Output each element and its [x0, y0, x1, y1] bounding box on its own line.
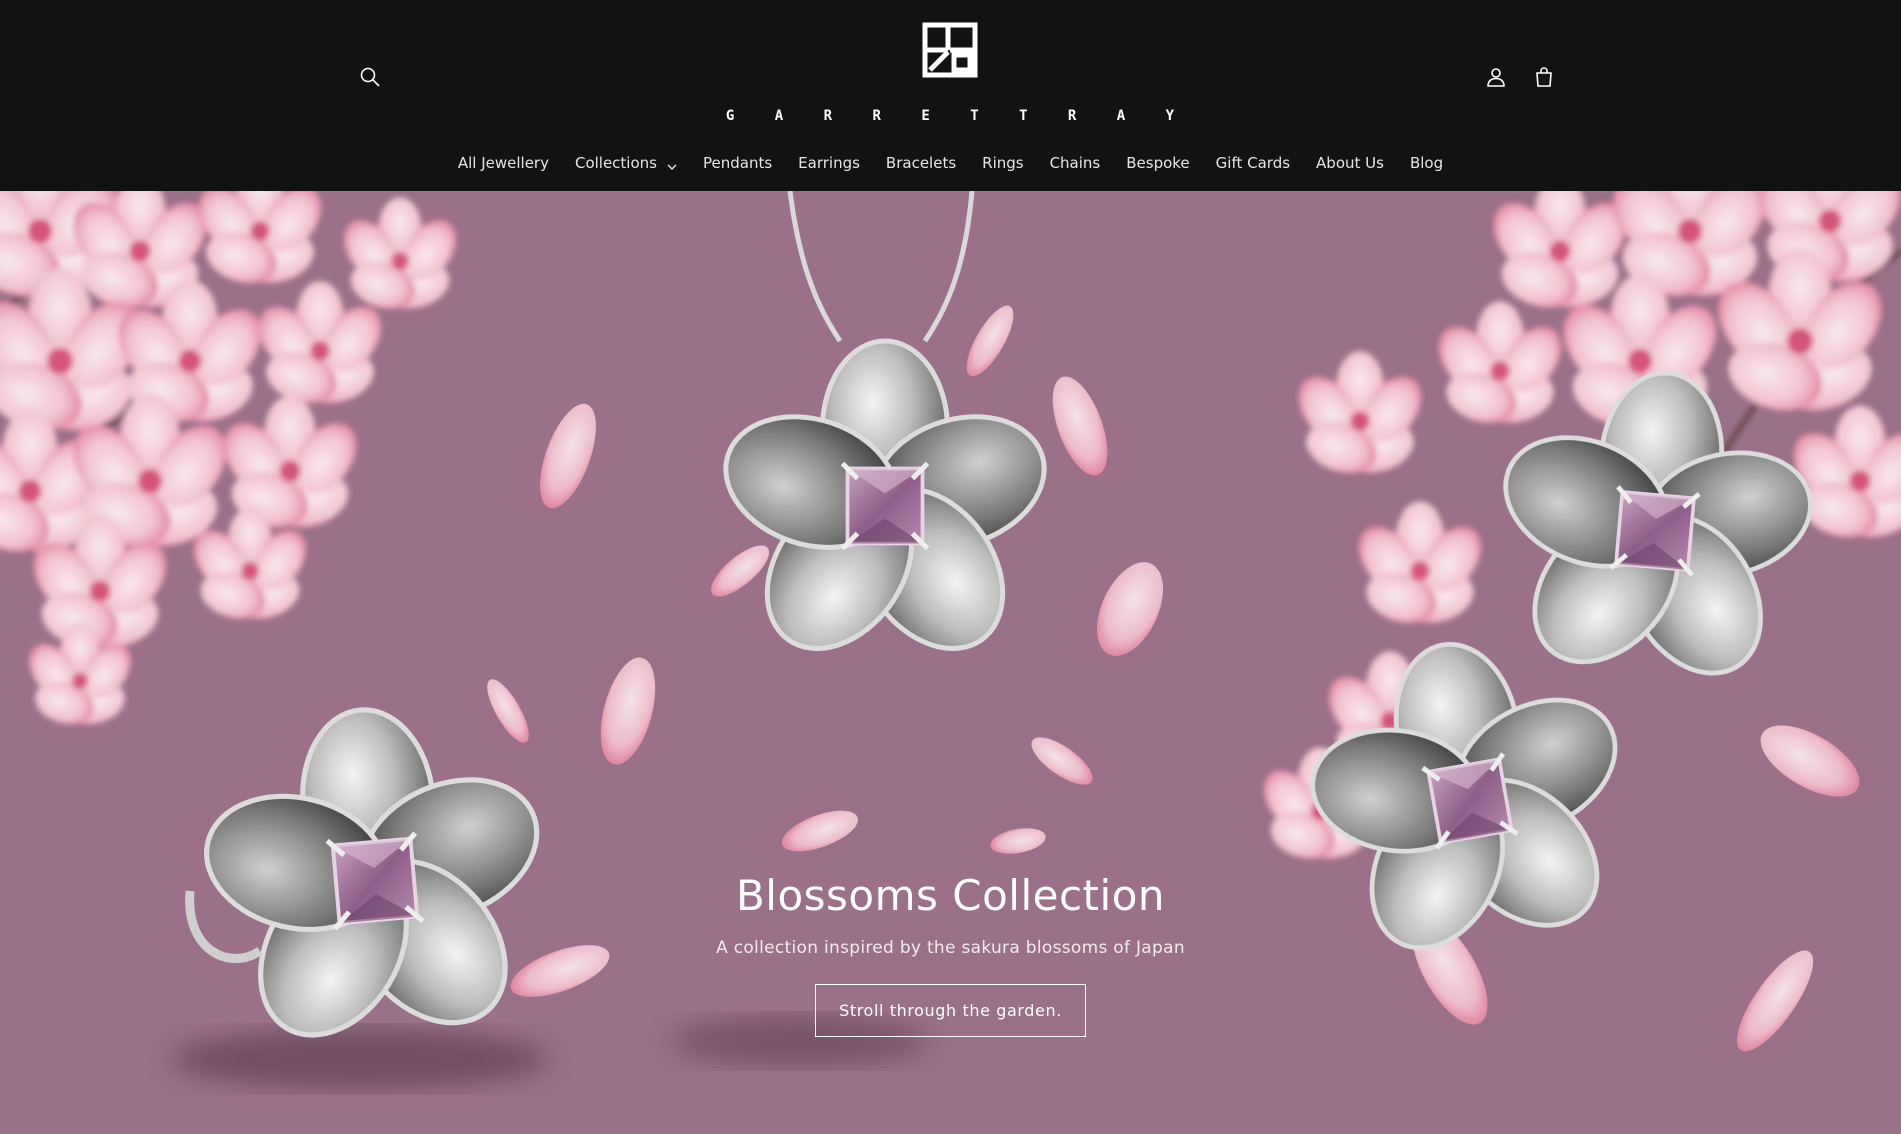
nav-item-all-jewellery[interactable]: All Jewellery — [445, 154, 562, 172]
main-navigation: All Jewellery Collections Pendants Earri… — [0, 154, 1901, 172]
nav-item-gift-cards[interactable]: Gift Cards — [1203, 154, 1303, 172]
nav-item-bespoke[interactable]: Bespoke — [1113, 154, 1202, 172]
chevron-down-icon — [667, 158, 677, 171]
nav-item-chains[interactable]: Chains — [1037, 154, 1114, 172]
nav-item-rings[interactable]: Rings — [969, 154, 1036, 172]
account-button[interactable] — [1478, 59, 1514, 95]
nav-item-about-us[interactable]: About Us — [1303, 154, 1397, 172]
user-icon — [1487, 68, 1505, 87]
logo-mark-icon — [922, 22, 978, 78]
cart-button[interactable] — [1526, 59, 1562, 95]
nav-item-bracelets[interactable]: Bracelets — [873, 154, 969, 172]
hero-content: Blossoms Collection A collection inspire… — [0, 871, 1901, 1037]
site-header: G A R R E T T R A Y All Jewellery Collec… — [0, 0, 1901, 191]
hero-cta-button[interactable]: Stroll through the garden. — [815, 984, 1086, 1037]
logo-wordmark: G A R R E T T R A Y — [725, 108, 1191, 124]
cart-icon — [1536, 67, 1552, 87]
hero-banner: Blossoms Collection A collection inspire… — [0, 191, 1901, 1134]
site-logo[interactable]: G A R R E T T R A Y — [726, 22, 1174, 132]
nav-item-collections[interactable]: Collections — [562, 154, 690, 172]
nav-item-pendants[interactable]: Pendants — [690, 154, 785, 172]
hero-title: Blossoms Collection — [735, 871, 1166, 920]
search-icon — [360, 67, 380, 87]
nav-item-blog[interactable]: Blog — [1397, 154, 1456, 172]
nav-item-earrings[interactable]: Earrings — [785, 154, 873, 172]
hero-subtitle: A collection inspired by the sakura blos… — [716, 938, 1185, 958]
search-button[interactable] — [352, 59, 388, 95]
